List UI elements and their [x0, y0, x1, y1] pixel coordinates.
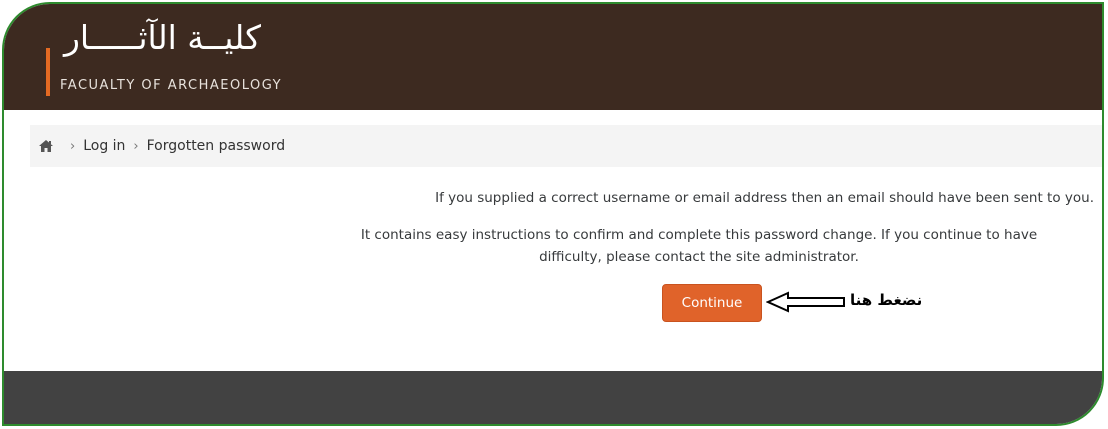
continue-button[interactable]: Continue: [662, 284, 762, 322]
instructions-line-2: difficulty, please contact the site admi…: [539, 249, 859, 265]
site-footer: [4, 371, 1102, 424]
breadcrumb-item-login[interactable]: Log in: [83, 138, 125, 154]
logo-english-text[interactable]: FACUALTY OF ARCHAEOLOGY: [60, 78, 282, 93]
breadcrumb: › Log in › Forgotten password: [30, 125, 1102, 167]
confirmation-message: If you supplied a correct username or em…: [435, 190, 1094, 206]
breadcrumb-separator: ›: [70, 138, 76, 154]
logo-arabic-text[interactable]: كليــة الآثـــــار: [64, 18, 261, 58]
logo-accent-bar: [46, 48, 50, 96]
instructions-line-1: It contains easy instructions to confirm…: [360, 227, 1038, 243]
breadcrumb-separator: ›: [133, 138, 139, 154]
home-icon[interactable]: [38, 139, 54, 153]
click-here-annotation: نضغط هنا: [850, 291, 923, 309]
page-frame: كليــة الآثـــــار FACUALTY OF ARCHAEOLO…: [2, 2, 1104, 426]
instructions-message: It contains easy instructions to confirm…: [304, 224, 1094, 268]
breadcrumb-item-forgotten-password[interactable]: Forgotten password: [147, 138, 285, 154]
site-header: كليــة الآثـــــار FACUALTY OF ARCHAEOLO…: [4, 4, 1102, 110]
left-arrow-icon: [766, 291, 845, 313]
